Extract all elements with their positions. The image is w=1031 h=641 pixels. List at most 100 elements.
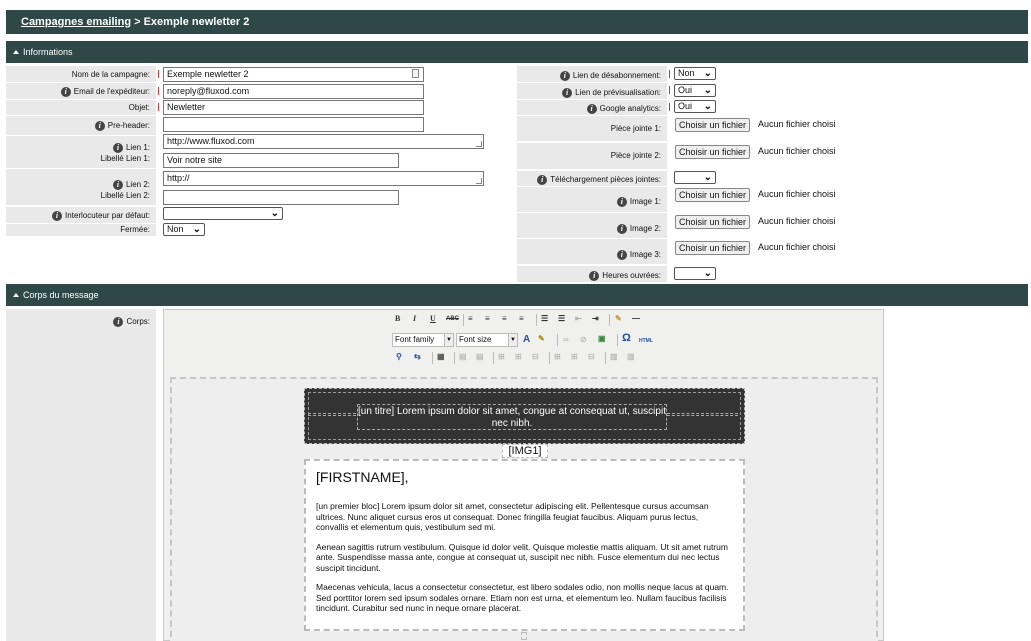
header-left-cell (308, 413, 356, 416)
label-subject: Objet: (6, 100, 156, 115)
attachment1-file-button[interactable]: Choisir un fichier (675, 118, 751, 132)
info-icon[interactable]: i (586, 104, 597, 114)
sender-email-input[interactable]: noreply@fluxod.com (163, 84, 424, 99)
section-body-toggle[interactable]: Corps du message (6, 284, 1028, 306)
breadcrumb-link-campaigns[interactable]: Campagnes emailing (21, 16, 131, 28)
info-icon[interactable]: i (52, 211, 63, 221)
info-icon[interactable]: i (589, 271, 600, 281)
bullet-list-icon[interactable]: ☰ (541, 314, 548, 324)
toolbar-separator (454, 352, 455, 364)
required-marker (158, 103, 159, 111)
info-icon[interactable]: i (112, 143, 123, 153)
preview-link-select[interactable]: Oui ⌄ (674, 84, 716, 97)
unsubscribe-link-select[interactable]: Non ⌄ (674, 67, 716, 80)
section-body-title: Corps du message (23, 290, 99, 300)
info-icon[interactable]: i (94, 121, 105, 131)
closed-select[interactable]: Non ⌄ (163, 223, 205, 236)
collapse-triangle-icon (13, 293, 19, 297)
image3-file-button[interactable]: Choisir un fichier (675, 241, 751, 255)
underline-button[interactable]: U (430, 314, 436, 324)
delete-col-icon[interactable]: ⊟ (588, 352, 595, 362)
image-placeholder[interactable]: [IMG1] (502, 444, 548, 458)
strikethrough-button[interactable]: ABC (446, 314, 459, 324)
split-cells-icon[interactable]: ▥ (610, 352, 618, 362)
section-informations-toggle[interactable]: Informations (6, 41, 1028, 63)
info-icon[interactable]: i (559, 71, 570, 81)
label-default-contact: i Interlocuteur par défaut: (6, 207, 156, 223)
info-icon[interactable]: i (616, 197, 627, 207)
info-icon[interactable]: i (562, 88, 573, 98)
label-closed: Fermée: (6, 224, 156, 236)
newsletter-header-block[interactable]: [un titre] Lorem ipsum dolor sit amet, c… (304, 388, 745, 444)
label-attachment2: Pièce jointe 2: (517, 143, 667, 169)
attachment1-file-status: Aucun fichier choisi (758, 119, 836, 129)
subject-input[interactable]: Newletter (163, 100, 424, 115)
info-icon[interactable]: i (112, 180, 123, 190)
insert-col-before-icon[interactable]: ⊞ (554, 352, 561, 362)
content-paragraph: [un premier bloc] Lorem ipsum dolor sit … (316, 501, 709, 532)
editor-content-area[interactable]: [un titre] Lorem ipsum dolor sit amet, c… (170, 377, 878, 641)
toolbar-separator (536, 314, 537, 326)
italic-button[interactable]: I (413, 314, 416, 324)
info-icon[interactable]: i (113, 317, 124, 327)
attachment2-file-button[interactable]: Choisir un fichier (675, 145, 751, 159)
default-contact-select[interactable]: ⌄ (163, 207, 283, 220)
insert-row-after-icon[interactable]: ⊞ (515, 352, 522, 362)
section-informations-title: Informations (23, 47, 73, 57)
resize-grip-icon[interactable] (476, 178, 482, 184)
label-image3: i Image 3: (517, 239, 667, 264)
image-icon[interactable]: ▣ (598, 334, 606, 344)
align-right-icon[interactable]: ≡ (502, 314, 507, 324)
chevron-down-icon: ⌄ (703, 172, 712, 183)
google-analytics-select[interactable]: Oui ⌄ (674, 100, 716, 113)
attachment2-file-status: Aucun fichier choisi (758, 146, 836, 156)
link1-label-input[interactable]: Voir notre site (163, 153, 399, 168)
table-cell-props-icon[interactable]: ▤ (476, 352, 484, 362)
cleanup-brush-icon[interactable]: ✎ (615, 314, 622, 324)
label-body: i Corps: (6, 309, 156, 641)
link1-textarea[interactable]: http://www.fluxod.com (163, 134, 484, 149)
resize-grip-icon[interactable] (476, 141, 482, 147)
font-size-select[interactable]: Font size ▼ (456, 333, 518, 347)
html-source-button[interactable]: HTML (639, 336, 653, 346)
preheader-input[interactable] (163, 117, 424, 132)
info-icon[interactable]: i (60, 87, 71, 97)
attachment-download-select[interactable]: ⌄ (674, 171, 716, 184)
info-icon[interactable]: i (616, 250, 627, 260)
indent-icon[interactable]: ⇥ (592, 314, 599, 324)
special-char-button[interactable]: Ω (622, 333, 631, 344)
newsletter-content-block[interactable]: [FIRSTNAME], [un premier bloc] Lorem ips… (304, 459, 745, 631)
unlink-icon[interactable]: ⊘ (580, 335, 587, 345)
toolbar-separator (605, 352, 606, 364)
align-left-icon[interactable]: ≡ (468, 314, 473, 324)
align-center-icon[interactable]: ≡ (485, 314, 490, 324)
image1-file-button[interactable]: Choisir un fichier (675, 188, 751, 202)
toolbar-separator (463, 314, 464, 326)
image2-file-button[interactable]: Choisir un fichier (675, 215, 751, 229)
merge-cells-icon[interactable]: ▥ (627, 352, 635, 362)
replace-icon[interactable]: ⇆ (414, 352, 421, 362)
find-icon[interactable]: ⚲ (396, 352, 402, 362)
numbered-list-icon[interactable]: ☰ (558, 314, 565, 324)
highlight-color-icon[interactable]: ✎ (538, 334, 545, 344)
campaign-name-input[interactable]: Exemple newletter 2 (163, 67, 424, 82)
text-color-icon[interactable]: A (523, 335, 530, 345)
link2-label-input[interactable] (163, 190, 399, 205)
delete-row-icon[interactable]: ⊟ (532, 352, 539, 362)
required-marker (669, 70, 670, 78)
horizontal-rule-icon[interactable]: — (632, 314, 640, 324)
font-family-select[interactable]: Font family ▼ (392, 333, 454, 347)
link2-textarea[interactable]: http:// (163, 171, 484, 186)
toolbar-separator (432, 352, 433, 364)
bold-button[interactable]: B (395, 314, 400, 324)
insert-table-icon[interactable]: ▦ (437, 352, 445, 362)
working-hours-select[interactable]: ⌄ (674, 267, 716, 280)
table-row-props-icon[interactable]: ▤ (459, 352, 467, 362)
align-justify-icon[interactable]: ≡ (519, 314, 524, 324)
insert-col-after-icon[interactable]: ⊞ (571, 352, 578, 362)
insert-row-before-icon[interactable]: ⊞ (498, 352, 505, 362)
outdent-icon[interactable]: ⇤ (575, 314, 582, 324)
link-icon[interactable]: ∞ (563, 335, 569, 345)
info-icon[interactable]: i (616, 224, 627, 234)
info-icon[interactable]: i (537, 175, 548, 185)
